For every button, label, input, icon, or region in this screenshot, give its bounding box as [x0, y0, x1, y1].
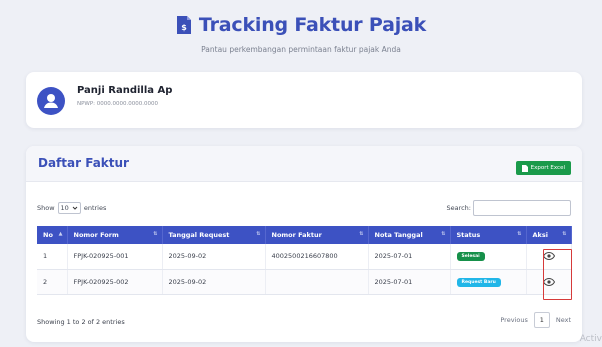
- sort-icon: ⇅: [256, 231, 261, 237]
- sort-icon: ⇅: [517, 231, 522, 237]
- table-info: Showing 1 to 2 of 2 entries: [37, 318, 125, 326]
- page-subtitle: Pantau perkembangan permintaan faktur pa…: [201, 45, 401, 54]
- entries-select-value: 10: [60, 204, 69, 212]
- cell-no: 2: [37, 269, 68, 295]
- invoice-list-card: Daftar Faktur Export Excel Show 10 entri…: [26, 146, 582, 342]
- export-excel-label: Export Excel: [530, 165, 565, 171]
- cell-tanggal-request: 2025-09-02: [162, 244, 266, 270]
- cell-nota-tanggal: 2025-07-01: [368, 244, 451, 270]
- export-excel-button[interactable]: Export Excel: [515, 161, 571, 175]
- page-header: $ Tracking Faktur Pajak Pantau perkemban…: [0, 0, 602, 66]
- table-header-row: No ▲ Nomor Form ⇅ Tanggal Request ⇅ Nomor F…: [37, 226, 572, 244]
- entries-select[interactable]: 10: [57, 202, 81, 214]
- svg-text:$: $: [181, 23, 187, 32]
- sort-icon: ⇅: [359, 231, 364, 237]
- sort-icon: ⇅: [562, 231, 567, 237]
- cell-nota-tanggal: 2025-07-01: [368, 269, 451, 295]
- cell-status: Request Baru: [450, 269, 527, 295]
- invoice-table: No ▲ Nomor Form ⇅ Tanggal Request ⇅ Nomor F…: [37, 226, 572, 295]
- search-label: Search:: [446, 204, 471, 212]
- file-excel-icon: [521, 164, 528, 172]
- sort-icon: ▲: [58, 231, 63, 237]
- search-input[interactable]: [473, 200, 571, 216]
- title-row: $ Tracking Faktur Pajak: [0, 14, 602, 36]
- user-card: Panji Randilla Ap NPWP: 0000.0000.0000.0…: [26, 72, 582, 128]
- table-row: 1 FPJK-020925-001 2025-09-02 40025002166…: [37, 244, 572, 270]
- entries-length: Show 10 entries: [37, 202, 106, 214]
- receipt-icon: $: [176, 16, 191, 34]
- column-header-nomor-form[interactable]: Nomor Form ⇅: [67, 226, 163, 244]
- column-header-nota-tanggal[interactable]: Nota Tanggal ⇅: [368, 226, 451, 244]
- sort-icon: ⇅: [153, 231, 158, 237]
- pagination: Previous 1 Next: [500, 312, 582, 328]
- list-header: Daftar Faktur Export Excel: [26, 146, 582, 182]
- status-badge: Request Baru: [456, 277, 501, 287]
- column-header-aksi[interactable]: Aksi ⇅: [526, 226, 572, 244]
- column-header-tanggal-request[interactable]: Tanggal Request ⇅: [162, 226, 266, 244]
- show-label: Show: [37, 204, 55, 212]
- column-header-no[interactable]: No ▲: [37, 226, 68, 244]
- column-header-nomor-faktur[interactable]: Nomor Faktur ⇅: [265, 226, 369, 244]
- cell-nomor-form: FPJK-020925-002: [67, 269, 163, 295]
- cell-nomor-faktur: [265, 269, 369, 295]
- avatar: [37, 87, 65, 115]
- cell-tanggal-request: 2025-09-02: [162, 269, 266, 295]
- column-header-status[interactable]: Status ⇅: [450, 226, 527, 244]
- pagination-previous[interactable]: Previous: [500, 316, 527, 324]
- entries-label: entries: [83, 204, 107, 212]
- search-box: Search:: [446, 200, 571, 216]
- page-title: Tracking Faktur Pajak: [198, 14, 427, 36]
- activation-watermark: Activ: [579, 334, 602, 344]
- user-icon: [44, 94, 58, 108]
- aksi-highlight-box: [543, 249, 572, 300]
- table-row: 2 FPJK-020925-002 2025-09-02 2025-07-01 …: [37, 269, 572, 295]
- list-title: Daftar Faktur: [38, 156, 129, 170]
- pagination-page-1[interactable]: 1: [533, 312, 550, 328]
- cell-status: Selesai: [450, 244, 527, 270]
- status-badge: Selesai: [456, 252, 485, 262]
- cell-no: 1: [37, 244, 68, 270]
- cell-nomor-form: FPJK-020925-001: [67, 244, 163, 270]
- user-name: Panji Randilla Ap: [77, 85, 173, 96]
- user-npwp: NPWP: 0000.0000.0000.0000: [77, 101, 159, 107]
- chevron-down-icon: [72, 206, 78, 210]
- cell-nomor-faktur: 4002500216607800: [265, 244, 369, 270]
- sort-icon: ⇅: [441, 231, 446, 237]
- pagination-next[interactable]: Next: [556, 316, 571, 324]
